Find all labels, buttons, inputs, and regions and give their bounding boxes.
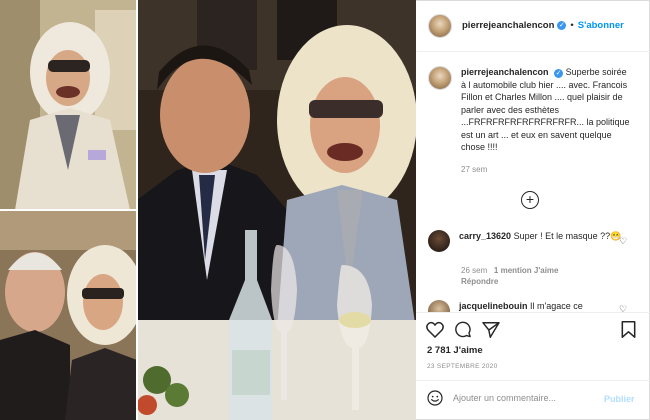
smiley-icon[interactable] <box>427 390 443 406</box>
comment-avatar[interactable] <box>428 230 450 252</box>
caption-avatar[interactable] <box>428 66 452 90</box>
post-header: pierrejeanchalencon ✓ • S'abonner <box>416 0 650 52</box>
photo-panel-top-left-drawing <box>0 0 137 210</box>
caption-text: Superbe soirée à l automobile club hier … <box>461 67 630 152</box>
comment-item: carry_13620 Super ! Et le masque ??😁 <box>428 230 627 252</box>
post-date: 23 SEPTEMBRE 2020 <box>427 363 498 370</box>
header-username[interactable]: pierrejeanchalencon <box>462 20 554 31</box>
comment-reply-button[interactable]: Répondre <box>461 277 498 286</box>
likes-count[interactable]: 2 781 J'aime <box>427 345 483 356</box>
comment-like-heart-icon[interactable]: ♡ <box>619 304 627 312</box>
publish-button[interactable]: Publier <box>604 394 635 404</box>
photo-panel-bottom-left <box>0 210 137 420</box>
post-photo[interactable] <box>0 0 416 420</box>
bookmark-icon[interactable] <box>621 321 636 338</box>
heart-icon[interactable] <box>426 321 444 338</box>
caption-timestamp[interactable]: 27 sem <box>461 165 487 174</box>
load-more-comments-button[interactable]: + <box>521 191 539 209</box>
comment-username[interactable]: carry_13620 <box>459 231 511 241</box>
share-icon[interactable] <box>482 322 500 338</box>
collage-divider-horizontal <box>0 209 137 211</box>
comment-text: Super ! Et le masque ?? <box>513 231 611 241</box>
photo-panel-main-drawing <box>137 0 416 420</box>
caption-username[interactable]: pierrejeanchalencon <box>461 67 549 77</box>
comment-time[interactable]: 26 sem <box>461 266 487 275</box>
comment-likes[interactable]: 1 mention J'aime <box>494 266 559 275</box>
post-caption: pierrejeanchalencon ✓ Superbe soirée à l… <box>428 66 634 154</box>
caption-body: pierrejeanchalencon ✓ Superbe soirée à l… <box>461 66 634 154</box>
comment-body: jacquelinebouin Il m'agace ce <box>459 300 627 312</box>
comment-icon[interactable] <box>454 321 472 338</box>
comment-input[interactable] <box>453 393 593 403</box>
photo-panel-bottom-left-drawing <box>0 210 137 420</box>
comment-avatar[interactable] <box>428 300 450 312</box>
photo-panel-main <box>137 0 416 420</box>
caption-verified-badge-icon: ✓ <box>554 69 564 78</box>
photo-panel-top-left <box>0 0 137 210</box>
comment-text: Il m'agace ce <box>530 301 583 311</box>
reply-label: Répondre <box>461 277 499 286</box>
comment-username[interactable]: jacquelinebouin <box>459 301 528 311</box>
verified-badge-icon: ✓ <box>557 21 567 30</box>
comment-meta: 26 sem 1 mention J'aime <box>461 266 559 275</box>
comment-body: carry_13620 Super ! Et le masque ??😁 <box>459 230 627 252</box>
follow-button[interactable]: S'abonner <box>578 20 624 31</box>
avatar[interactable] <box>428 13 452 38</box>
comment-like-heart-icon[interactable]: ♡ <box>619 236 627 247</box>
comment-item: jacquelinebouin Il m'agace ce <box>428 300 627 312</box>
separator-dot: • <box>570 20 574 31</box>
post-actions <box>416 312 650 313</box>
